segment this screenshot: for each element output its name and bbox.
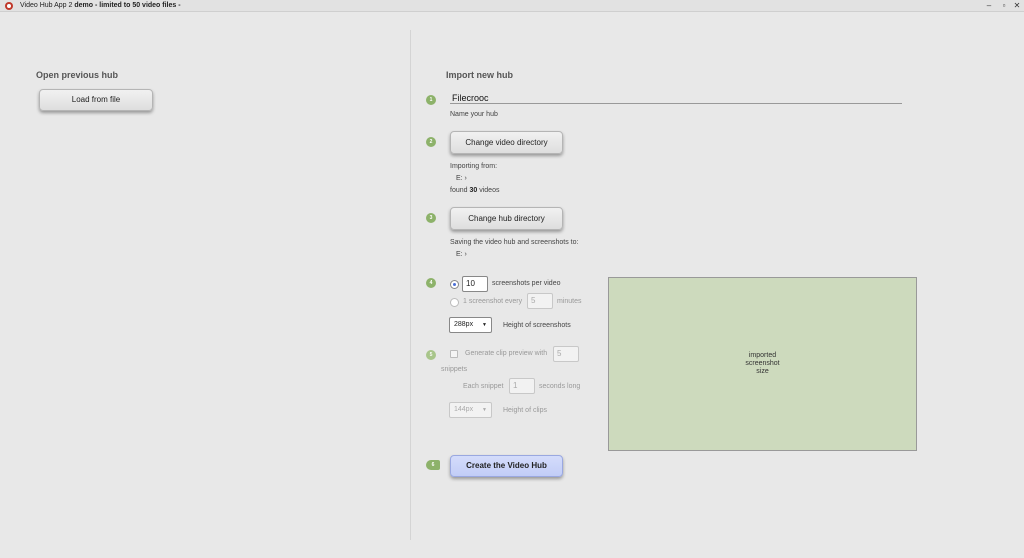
seconds-long-label: seconds long [539, 383, 581, 390]
snippets-label: snippets [441, 366, 468, 373]
snippets-count-input[interactable]: 5 [553, 346, 579, 362]
importing-from-path[interactable]: E: › [456, 175, 467, 182]
screenshot-height-value: 288px [454, 321, 474, 328]
one-screenshot-every-label: 1 screenshot every [463, 298, 523, 305]
clip-height-value: 144px [454, 406, 474, 413]
change-hub-directory-button[interactable]: Change hub directory [450, 207, 563, 230]
load-from-file-button[interactable]: Load from file [39, 89, 153, 111]
change-video-directory-button[interactable]: Change video directory [450, 131, 563, 154]
found-prefix: found [450, 187, 468, 194]
found-suffix: videos [479, 187, 500, 194]
screenshots-per-video-input[interactable]: 10 [462, 276, 488, 292]
screenshot-size-preview: imported screenshot size [608, 277, 917, 451]
hub-name-input[interactable] [450, 92, 902, 104]
close-button[interactable]: ✕ [1011, 1, 1023, 11]
found-videos-text: found 30 videos [450, 187, 499, 194]
step-3-badge: 3 [426, 213, 436, 223]
saving-to-path[interactable]: E: › [456, 251, 467, 258]
step-6-badge: 6 [426, 460, 440, 470]
preview-label: imported screenshot size [745, 352, 780, 375]
generate-clip-checkbox[interactable] [450, 350, 458, 358]
open-previous-hub-heading: Open previous hub [36, 70, 119, 80]
saving-to-label: Saving the video hub and screenshots to: [450, 239, 579, 246]
minimize-button[interactable]: – [983, 1, 995, 11]
maximize-button[interactable]: ▫ [998, 1, 1010, 11]
window-title: Video Hub App 2 demo - limited to 50 vid… [20, 2, 181, 10]
each-snippet-label: Each snippet [463, 383, 504, 390]
app-logo-icon [5, 2, 13, 10]
create-video-hub-button[interactable]: Create the Video Hub [450, 455, 563, 477]
minutes-label: minutes [557, 298, 582, 305]
step-5-badge: 5 [426, 350, 436, 360]
clip-height-label: Height of clips [503, 407, 547, 414]
window-title-prefix: Video Hub App 2 [20, 2, 73, 9]
chevron-down-icon: ▼ [482, 407, 487, 413]
panel-divider [410, 30, 411, 540]
hub-name-hint: Name your hub [450, 111, 498, 118]
step-4-badge: 4 [426, 278, 436, 288]
screenshots-per-video-radio[interactable] [450, 280, 459, 289]
screenshot-height-label: Height of screenshots [503, 322, 571, 329]
generate-clip-label: Generate clip preview with [465, 350, 548, 357]
import-new-hub-heading: Import new hub [446, 70, 513, 80]
snippet-seconds-input[interactable]: 1 [509, 378, 535, 394]
step-2-badge: 2 [426, 137, 436, 147]
screenshots-per-video-label: screenshots per video [492, 280, 561, 287]
chevron-down-icon: ▼ [482, 322, 487, 328]
window-title-demo: demo - limited to 50 video files - [74, 2, 181, 9]
screenshot-interval-input[interactable]: 5 [527, 293, 553, 309]
found-count: 30 [469, 187, 478, 194]
screenshot-height-select[interactable]: 288px ▼ [449, 317, 492, 333]
importing-from-label: Importing from: [450, 163, 498, 170]
screenshot-interval-radio[interactable] [450, 298, 459, 307]
clip-height-select[interactable]: 144px ▼ [449, 402, 492, 418]
window-titlebar: Video Hub App 2 demo - limited to 50 vid… [0, 0, 1024, 12]
step-1-badge: 1 [426, 95, 436, 105]
